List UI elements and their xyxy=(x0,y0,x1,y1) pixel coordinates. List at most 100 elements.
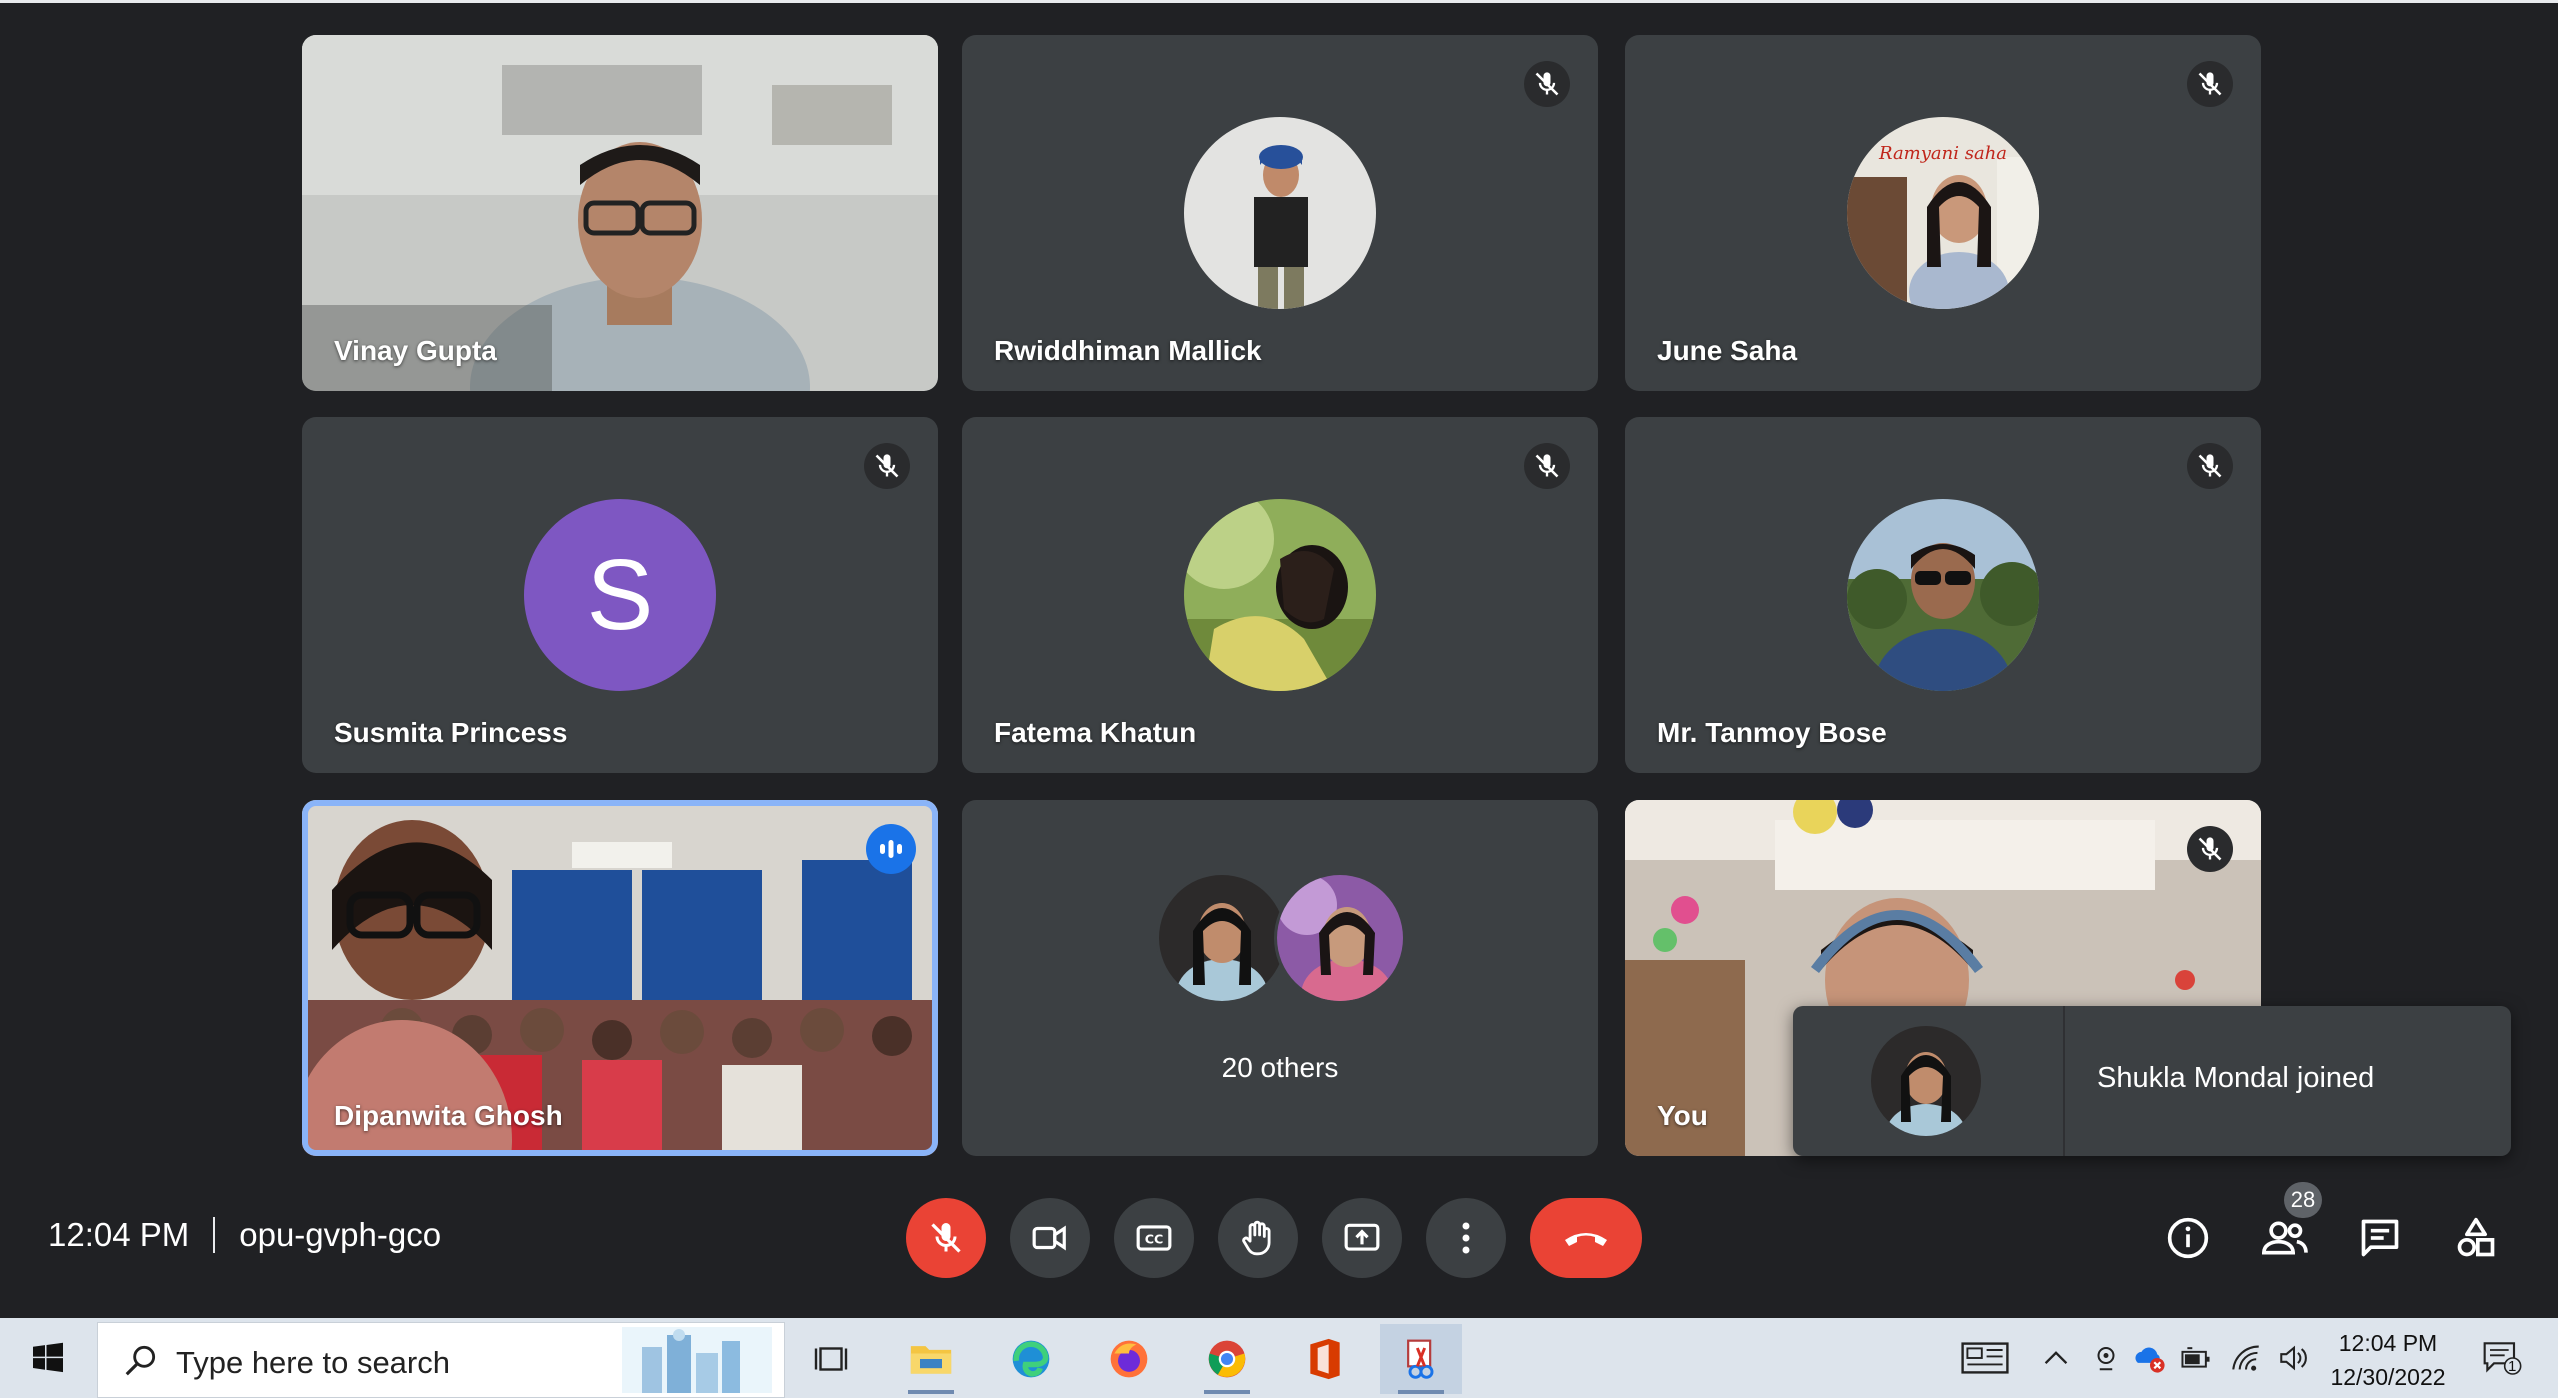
info-icon xyxy=(2167,1217,2209,1259)
battery-icon xyxy=(2181,1347,2210,1368)
microphone-off-icon xyxy=(1524,443,1570,489)
webcam-icon xyxy=(2097,1347,2115,1371)
start-button[interactable] xyxy=(20,1332,76,1384)
running-indicator xyxy=(1398,1390,1444,1394)
participant-avatar xyxy=(1184,499,1376,691)
participant-avatar xyxy=(1156,872,1288,1004)
captions-icon: CC xyxy=(1136,1225,1172,1251)
windows-taskbar: Type here to search 12:04 PM 12/30/2022 … xyxy=(0,1318,2558,1398)
running-indicator xyxy=(1204,1390,1250,1394)
chrome-icon xyxy=(1208,1340,1246,1378)
microphone-off-icon xyxy=(2187,61,2233,107)
participant-name: Rwiddhiman Mallick xyxy=(994,335,1262,366)
microphone-off-icon xyxy=(864,443,910,489)
chat-icon xyxy=(2361,1219,2399,1257)
present-icon xyxy=(1344,1223,1380,1251)
activities-button[interactable] xyxy=(2448,1210,2504,1266)
task-view-button[interactable] xyxy=(790,1324,872,1394)
others-count-label: 20 others xyxy=(1221,1052,1339,1083)
windows-logo-icon xyxy=(33,1342,63,1373)
microphone-off-icon xyxy=(1524,61,1570,107)
others-tile[interactable]: 20 others xyxy=(962,800,1598,1156)
captions-button[interactable]: CC xyxy=(1114,1198,1194,1278)
participant-tile-june-saha[interactable]: Ramyani saha June Saha xyxy=(1625,35,2261,391)
chevron-up-icon xyxy=(2044,1351,2068,1365)
tray-battery[interactable] xyxy=(2178,1340,2214,1376)
participant-name: You xyxy=(1657,1100,1708,1131)
present-screen-button[interactable] xyxy=(1322,1198,1402,1278)
participant-tile-rwiddhiman-mallick[interactable]: Rwiddhiman Mallick xyxy=(962,35,1598,391)
participant-avatar: Ramyani saha xyxy=(1847,117,2039,309)
running-indicator xyxy=(908,1390,954,1394)
chat-button[interactable] xyxy=(2352,1210,2408,1266)
taskbar-office[interactable] xyxy=(1284,1324,1366,1394)
office-icon xyxy=(1310,1338,1340,1380)
avatar-overlay-text: Ramyani saha xyxy=(1878,143,2007,164)
toast-divider xyxy=(2063,1006,2065,1156)
task-view-icon xyxy=(814,1347,848,1371)
news-icon xyxy=(1961,1342,2009,1374)
participant-tile-vinay-gupta[interactable]: Vinay Gupta xyxy=(302,35,938,391)
window-top-edge xyxy=(0,0,2558,3)
end-call-icon xyxy=(1565,1233,1607,1246)
taskbar-chrome[interactable] xyxy=(1186,1324,1268,1394)
snipping-tool-icon xyxy=(1407,1339,1434,1379)
taskbar-file-explorer[interactable] xyxy=(890,1324,972,1394)
taskbar-snipping-tool[interactable] xyxy=(1380,1324,1462,1394)
participant-name: Mr. Tanmoy Bose xyxy=(1657,717,1887,748)
speaker-icon xyxy=(2280,1345,2307,1371)
participant-letter-avatar: S xyxy=(524,499,716,691)
raise-hand-button[interactable] xyxy=(1218,1198,1298,1278)
wifi-icon xyxy=(2232,1345,2259,1371)
taskbar-firefox[interactable] xyxy=(1088,1324,1170,1394)
participant-count-badge: 28 xyxy=(2284,1182,2322,1218)
tray-network[interactable] xyxy=(2228,1340,2264,1376)
taskbar-edge[interactable] xyxy=(990,1324,1072,1394)
svg-text:CC: CC xyxy=(1145,1232,1164,1247)
news-widget-button[interactable] xyxy=(1960,1340,2010,1376)
meeting-details-button[interactable] xyxy=(2160,1210,2216,1266)
clock-time: 12:04 PM xyxy=(2338,1330,2438,1356)
participant-tile-susmita-princess[interactable]: S Susmita Princess xyxy=(302,417,938,773)
microphone-off-icon xyxy=(931,1223,961,1253)
folder-icon xyxy=(910,1346,952,1374)
tray-meet-now[interactable] xyxy=(2088,1340,2124,1376)
participant-name: Susmita Princess xyxy=(334,717,568,748)
people-button[interactable] xyxy=(2256,1210,2312,1266)
participant-tile-tanmoy-bose[interactable]: Mr. Tanmoy Bose xyxy=(1625,417,2261,773)
meeting-time: 12:04 PM xyxy=(48,1216,190,1253)
taskbar-search-box[interactable]: Type here to search xyxy=(97,1322,785,1398)
participant-avatar xyxy=(1184,117,1376,309)
edge-browser-icon xyxy=(1012,1340,1050,1378)
more-options-button[interactable] xyxy=(1426,1198,1506,1278)
show-hidden-icons-button[interactable] xyxy=(2038,1340,2074,1376)
clock-date: 12/30/2022 xyxy=(2330,1364,2446,1390)
participant-tile-dipanwita-ghosh[interactable]: Dipanwita Ghosh xyxy=(302,800,938,1156)
camera-icon xyxy=(1032,1225,1066,1251)
meeting-details: 12:04 PM opu-gvph-gco xyxy=(48,1216,441,1254)
taskbar-clock[interactable]: 12:04 PM 12/30/2022 xyxy=(2318,1326,2458,1394)
onedrive-error-icon xyxy=(2135,1347,2165,1373)
participant-name: Dipanwita Ghosh xyxy=(334,1100,563,1131)
participant-avatar xyxy=(1274,872,1406,1004)
search-placeholder: Type here to search xyxy=(176,1345,450,1380)
end-call-button[interactable] xyxy=(1530,1198,1642,1278)
participant-name: June Saha xyxy=(1657,335,1798,366)
notification-center-button[interactable]: 1 xyxy=(2478,1340,2526,1376)
speaking-indicator-icon xyxy=(866,824,916,874)
firefox-icon xyxy=(1110,1340,1148,1378)
tray-onedrive[interactable] xyxy=(2132,1340,2168,1376)
meeting-code: opu-gvph-gco xyxy=(239,1216,442,1253)
camera-toggle-button[interactable] xyxy=(1010,1198,1090,1278)
others-avatar-group xyxy=(1156,872,1406,1004)
participant-joined-notification[interactable]: Shukla Mondal joined xyxy=(1793,1006,2511,1156)
microphone-toggle-button[interactable] xyxy=(906,1198,986,1278)
participant-tile-fatema-khatun[interactable]: Fatema Khatun xyxy=(962,417,1598,773)
joined-participant-avatar xyxy=(1871,1026,1981,1136)
search-icon xyxy=(125,1345,156,1376)
activities-icon xyxy=(2457,1217,2495,1257)
participant-name: Fatema Khatun xyxy=(994,717,1197,748)
people-icon xyxy=(2261,1221,2308,1255)
more-options-icon xyxy=(1462,1222,1470,1254)
tray-volume[interactable] xyxy=(2276,1340,2312,1376)
